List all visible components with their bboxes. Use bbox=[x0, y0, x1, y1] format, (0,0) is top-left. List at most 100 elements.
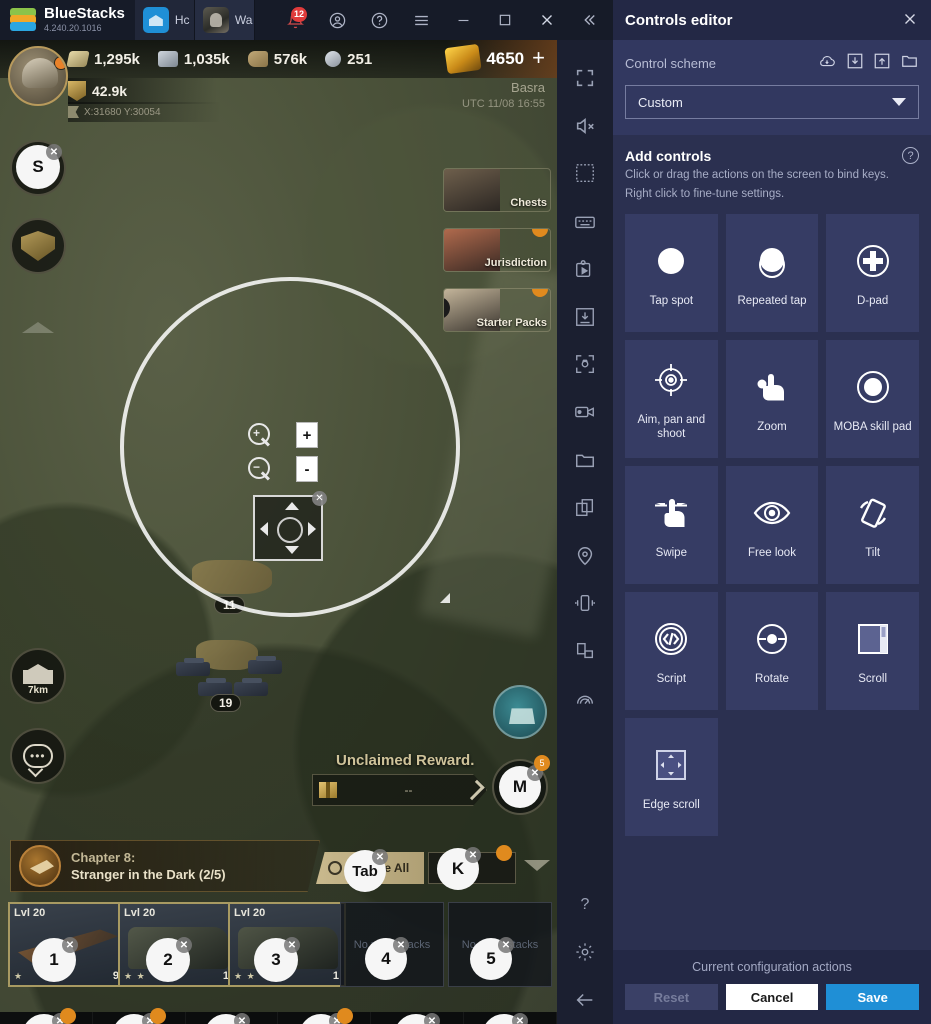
tab-home-label: Hc bbox=[174, 13, 190, 27]
rank-button[interactable] bbox=[10, 218, 66, 274]
media-manager-icon[interactable] bbox=[557, 436, 613, 484]
control-moba-skill-pad[interactable]: MOBA skill pad bbox=[826, 340, 919, 458]
control-repeated-tap[interactable]: Repeated tap bbox=[725, 214, 819, 332]
settings-icon[interactable] bbox=[557, 928, 613, 976]
account-icon[interactable] bbox=[317, 0, 357, 40]
key-binding-4[interactable]: 4 ✕ bbox=[365, 937, 409, 980]
gem-counter[interactable]: 4650 + bbox=[444, 40, 557, 78]
help-icon[interactable]: ? bbox=[557, 881, 613, 929]
control-scheme-select[interactable]: Custom bbox=[625, 85, 919, 119]
key-binding-b-remove-icon[interactable]: ✕ bbox=[234, 1013, 250, 1024]
folder-icon[interactable] bbox=[900, 52, 919, 75]
tab-home[interactable]: Hc bbox=[134, 0, 195, 40]
shake-icon[interactable] bbox=[557, 579, 613, 627]
game-icon bbox=[202, 7, 229, 33]
key-binding-5-remove-icon[interactable]: ✕ bbox=[498, 937, 514, 953]
key-binding-4-label: 4 bbox=[381, 949, 391, 968]
key-binding-k[interactable]: K ✕ bbox=[437, 847, 481, 890]
rotate-screen-icon[interactable] bbox=[557, 627, 613, 675]
key-binding-m[interactable]: M ✕ bbox=[499, 765, 543, 808]
control-tap-spot[interactable]: Tap spot bbox=[625, 214, 718, 332]
collapse-icon[interactable] bbox=[569, 0, 609, 40]
key-binding-s[interactable]: S ✕ bbox=[16, 144, 62, 189]
key-binding-4-remove-icon[interactable]: ✕ bbox=[393, 937, 409, 953]
dpad-remove-icon[interactable]: ✕ bbox=[312, 491, 327, 506]
edge-scroll-icon bbox=[654, 742, 688, 788]
fullscreen-icon[interactable] bbox=[557, 54, 613, 102]
game-viewport[interactable]: 1,295k 1,035k 576k 251 4650 + 42.9k X:31… bbox=[0, 40, 557, 1024]
multi-instance-icon[interactable] bbox=[557, 484, 613, 532]
install-apk-icon[interactable] bbox=[557, 293, 613, 341]
close-icon[interactable] bbox=[527, 0, 567, 40]
control-scroll[interactable]: Scroll bbox=[826, 592, 919, 710]
zoom-in-keycap[interactable]: + bbox=[296, 422, 318, 448]
zoom-in-icon[interactable]: + bbox=[248, 423, 272, 447]
zoom-out-icon[interactable]: − bbox=[248, 457, 272, 481]
maximize-icon[interactable] bbox=[485, 0, 525, 40]
performance-icon[interactable] bbox=[557, 675, 613, 723]
zoom-out-keycap[interactable]: - bbox=[296, 456, 318, 482]
radar-button[interactable] bbox=[493, 685, 547, 739]
collapse-chapter-chevron-icon[interactable] bbox=[524, 860, 550, 871]
key-binding-3[interactable]: 3 ✕ bbox=[254, 937, 300, 982]
key-binding-k-remove-icon[interactable]: ✕ bbox=[465, 847, 481, 863]
key-binding-tab[interactable]: Tab ✕ bbox=[344, 849, 388, 892]
key-binding-2-remove-icon[interactable]: ✕ bbox=[176, 937, 192, 953]
dpad-control-widget[interactable]: ✕ bbox=[253, 491, 327, 561]
key-binding-2[interactable]: 2 ✕ bbox=[146, 937, 192, 982]
control-free-look[interactable]: Free look bbox=[725, 466, 819, 584]
minimize-icon[interactable] bbox=[443, 0, 483, 40]
promo-chests[interactable]: Chests bbox=[443, 168, 551, 212]
back-icon[interactable] bbox=[557, 976, 613, 1024]
control-rotate[interactable]: Rotate bbox=[725, 592, 819, 710]
hq-button[interactable]: 7km bbox=[10, 648, 66, 704]
add-gems-button[interactable]: + bbox=[530, 45, 549, 74]
import-icon[interactable] bbox=[846, 52, 864, 75]
save-button[interactable]: Save bbox=[826, 984, 920, 1010]
map-unit-group-2[interactable]: 19 bbox=[176, 640, 282, 712]
mute-icon[interactable] bbox=[557, 102, 613, 150]
location-icon[interactable] bbox=[557, 532, 613, 580]
key-binding-tab-remove-icon[interactable]: ✕ bbox=[372, 849, 388, 865]
key-binding-1[interactable]: 1 ✕ bbox=[32, 937, 78, 982]
chapter-panel[interactable]: Chapter 8: Stranger in the Dark (2/5) bbox=[10, 840, 320, 892]
control-edge-scroll[interactable]: Edge scroll bbox=[625, 718, 718, 836]
screen-record-icon[interactable] bbox=[557, 388, 613, 436]
expand-panel-chevron-icon[interactable] bbox=[22, 322, 54, 333]
key-binding-1-remove-icon[interactable]: ✕ bbox=[62, 937, 78, 953]
multi-select-icon[interactable] bbox=[557, 150, 613, 198]
cloud-sync-icon[interactable] bbox=[817, 52, 837, 75]
promo-chests-label: Chests bbox=[510, 197, 547, 209]
key-binding-x-remove-icon[interactable]: ✕ bbox=[512, 1013, 528, 1024]
tab-game[interactable]: Wa bbox=[194, 0, 255, 40]
footer-buttons: Reset Cancel Save bbox=[625, 984, 920, 1010]
control-tilt[interactable]: Tilt bbox=[826, 466, 919, 584]
cancel-button[interactable]: Cancel bbox=[725, 984, 819, 1010]
question-mark-icon[interactable]: ? bbox=[902, 147, 919, 164]
control-aim-pan-shoot[interactable]: Aim, pan and shoot bbox=[625, 340, 718, 458]
promo-jurisdiction[interactable]: Jurisdiction bbox=[443, 228, 551, 272]
key-binding-3-remove-icon[interactable]: ✕ bbox=[284, 937, 300, 953]
control-script[interactable]: Script bbox=[625, 592, 718, 710]
help-icon[interactable] bbox=[359, 0, 399, 40]
avatar[interactable] bbox=[8, 46, 68, 106]
keyboard-controls-icon[interactable] bbox=[557, 197, 613, 245]
control-zoom[interactable]: Zoom bbox=[725, 340, 819, 458]
chat-button[interactable]: ••• bbox=[10, 728, 66, 784]
export-icon[interactable] bbox=[873, 52, 891, 75]
key-binding-u-remove-icon[interactable]: ✕ bbox=[424, 1013, 440, 1024]
reset-button[interactable]: Reset bbox=[625, 984, 718, 1010]
close-icon[interactable] bbox=[901, 10, 919, 31]
key-binding-s-remove-icon[interactable]: ✕ bbox=[46, 144, 62, 160]
macro-recorder-icon[interactable] bbox=[557, 245, 613, 293]
control-d-pad[interactable]: D-pad bbox=[826, 214, 919, 332]
promo-starter-packs[interactable]: Starter Packs ✕ bbox=[443, 288, 551, 332]
rank-badge-icon bbox=[68, 81, 86, 101]
bell-icon[interactable]: 12 bbox=[275, 0, 315, 40]
control-swipe[interactable]: Swipe bbox=[625, 466, 718, 584]
screenshot-icon[interactable] bbox=[557, 341, 613, 389]
key-binding-5[interactable]: 5 ✕ bbox=[470, 937, 514, 980]
home-icon bbox=[142, 7, 169, 33]
unclaimed-reward-bar[interactable]: -- bbox=[312, 774, 487, 806]
hamburger-menu-icon[interactable] bbox=[401, 0, 441, 40]
